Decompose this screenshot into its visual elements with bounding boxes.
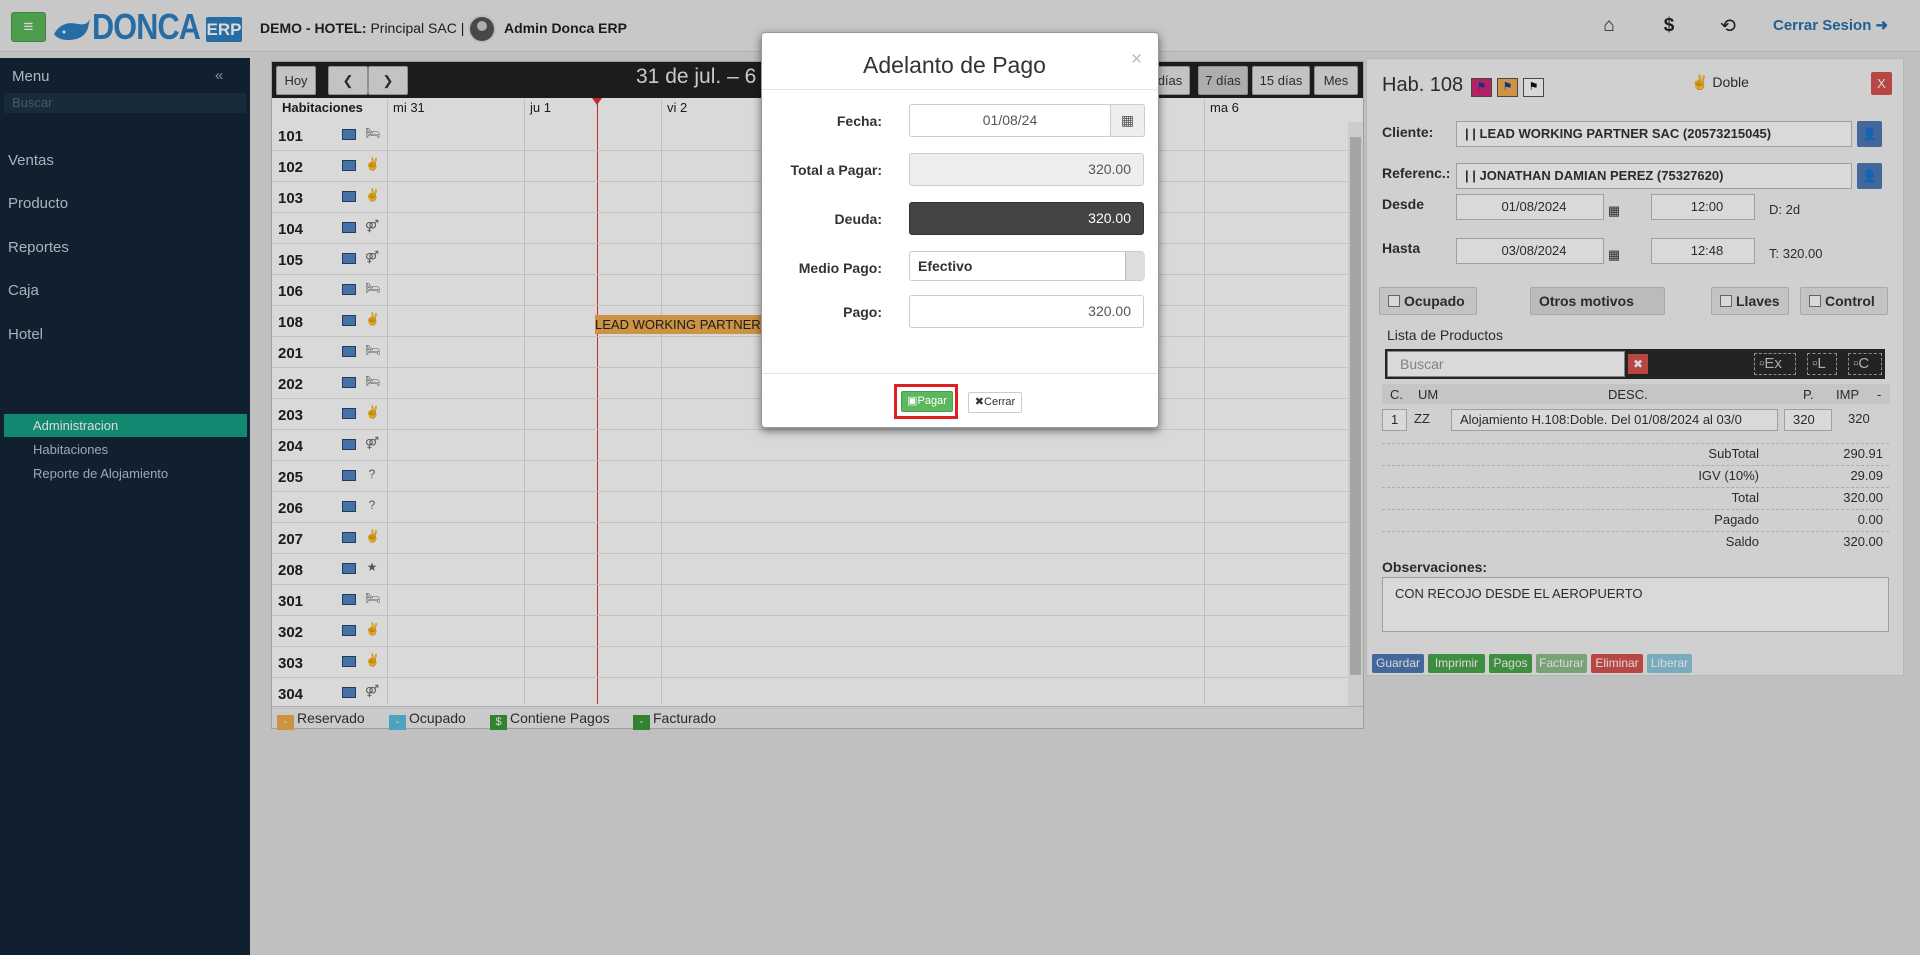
deuda-input: 320.00 (909, 202, 1144, 235)
modal-title: Adelanto de Pago (863, 52, 1046, 78)
highlight-box: ▣Pagar (894, 384, 958, 419)
close-icon: ✖ (974, 396, 985, 408)
calendar-icon[interactable]: ▦ (1110, 104, 1145, 137)
fecha-input[interactable]: 01/08/24 (909, 104, 1111, 137)
divider (762, 89, 1158, 90)
chevron-down-icon[interactable] (1125, 252, 1145, 280)
medio-pago-label: Medio Pago: (798, 260, 882, 276)
deuda-label: Deuda: (834, 211, 882, 227)
pago-input[interactable]: 320.00 (909, 295, 1144, 328)
money-icon: ▣ (907, 395, 918, 407)
pagar-button[interactable]: ▣Pagar (901, 391, 953, 412)
fecha-label: Fecha: (836, 113, 882, 129)
pago-label: Pago: (843, 304, 882, 320)
cerrar-button[interactable]: ✖Cerrar (968, 392, 1022, 413)
total-pagar-label: Total a Pagar: (790, 162, 882, 178)
payment-modal: Adelanto de Pago × Fecha: 01/08/24 ▦ Tot… (761, 32, 1159, 428)
close-icon[interactable]: × (1131, 49, 1142, 71)
divider (762, 373, 1158, 374)
medio-pago-select[interactable]: Efectivo (909, 251, 1144, 281)
total-pagar-input: 320.00 (909, 153, 1144, 186)
